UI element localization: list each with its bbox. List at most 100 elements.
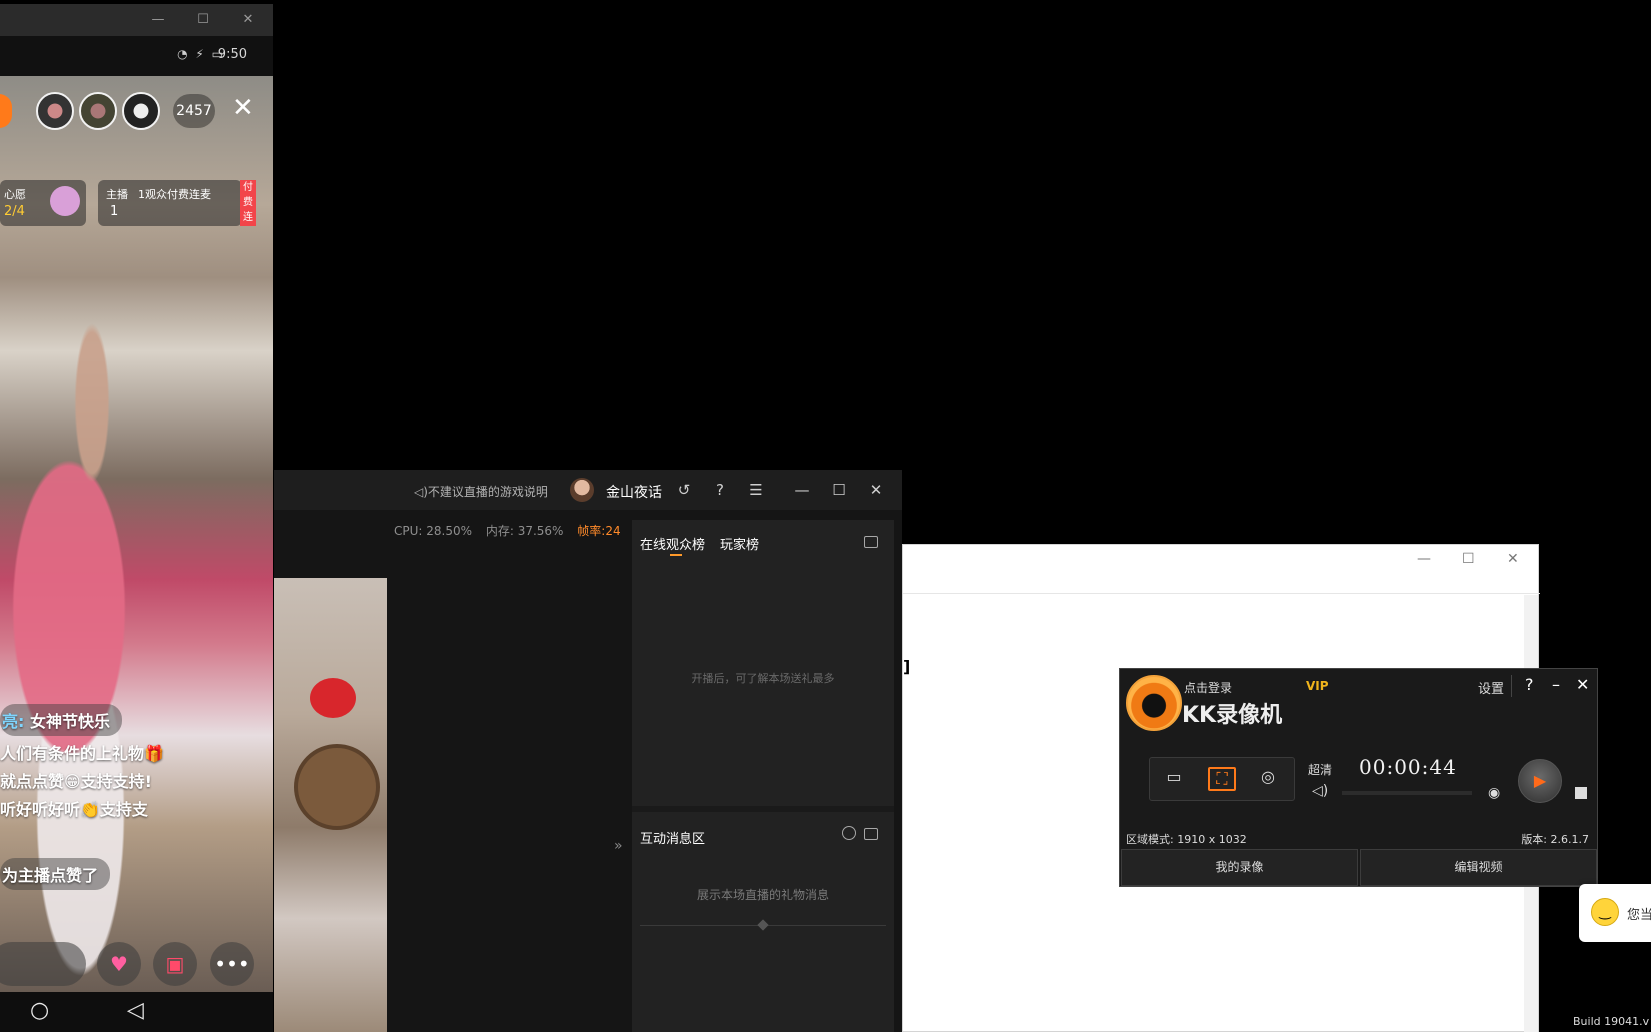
host-progress: 1 (110, 204, 119, 219)
back-icon[interactable]: ◁ (127, 998, 144, 1023)
fullscreen-mode-icon[interactable]: ▭ (1160, 767, 1188, 791)
gift-icon[interactable]: ▣ (153, 942, 197, 986)
settings-button[interactable]: 设置 (1478, 678, 1504, 697)
panel-collapse-handle[interactable]: » (614, 838, 623, 854)
fps-stat: 帧率:24 (577, 524, 621, 538)
headset-icon[interactable]: ↺ (674, 480, 694, 500)
close-icon[interactable]: ✕ (1576, 675, 1589, 694)
audience-empty-text: 开播后，可了解本场送礼最多 (691, 672, 835, 685)
preview-basket (294, 744, 380, 830)
phone-nav-bar: ○ ◁ (0, 992, 273, 1032)
phone-status-bar: ◔ ⚡ ▭ 9:50 (0, 36, 273, 76)
live-bottom-bar: ♥ ▣ ••• (0, 934, 273, 990)
performance-stats: CPU: 28.50% 内存: 37.56% 帧率:24 (394, 522, 631, 539)
region-info: 区域模式: 1910 x 1032 (1126, 833, 1247, 846)
region-mode-icon[interactable]: ⛶ (1208, 767, 1236, 791)
preview-lantern (310, 678, 356, 718)
wish-progress: 2/4 (4, 204, 25, 219)
minimize-icon[interactable]: – (1552, 675, 1560, 694)
kk-logo-icon (1126, 675, 1182, 731)
minimize-icon[interactable]: — (792, 480, 812, 500)
menu-icon[interactable]: ☰ (746, 480, 766, 500)
tab-players[interactable]: 玩家榜 (720, 534, 759, 553)
audience-panel: 在线观众榜 玩家榜 开播后，可了解本场送礼最多 (632, 520, 894, 806)
viewer-count[interactable]: 2457 (173, 94, 215, 128)
more-icon[interactable]: ••• (210, 942, 254, 986)
vip-badge[interactable]: VIP (1306, 679, 1329, 693)
cpu-stat: CPU: 28.50% (394, 524, 473, 538)
close-icon[interactable]: ✕ (238, 10, 258, 30)
stop-button[interactable] (1575, 787, 1587, 799)
viewer-avatar[interactable] (122, 92, 160, 130)
login-link[interactable]: 点击登录 (1184, 679, 1232, 696)
app-title: KK录像机 (1182, 703, 1283, 728)
streaming-tool-window: ◁)不建议直播的游戏说明 金山夜话 ↺ ? ☰ — ☐ ✕ CPU: 28.50… (274, 470, 902, 1032)
popout-icon[interactable] (864, 828, 878, 840)
interaction-empty-text: 展示本场直播的礼物消息 (696, 888, 829, 902)
divider (903, 593, 1540, 594)
my-recordings-button[interactable]: 我的录像 (1121, 849, 1358, 886)
volume-slider[interactable] (1342, 791, 1472, 795)
phone-mirror-window: — ☐ ✕ ◔ ⚡ ▭ 9:50 2457 ✕ 心愿 2/4 主播 1观众付费连… (0, 4, 273, 1032)
chat-message: 人们有条件的上礼物🎁 (0, 744, 164, 763)
maximize-icon[interactable]: ☐ (193, 10, 213, 30)
notification-toast[interactable]: ‿ 您当 (1579, 884, 1651, 942)
right-panel: 在线观众榜 玩家榜 开播后，可了解本场送礼最多 互动消息区 展示本场直播的礼物消… (632, 520, 894, 1032)
comment-input[interactable] (0, 942, 86, 986)
paid-link-tag[interactable]: 付费连 (240, 180, 256, 226)
popout-icon[interactable] (864, 536, 878, 548)
toast-text: 您当 (1627, 908, 1651, 923)
camera-icon[interactable]: ◉ (1488, 785, 1500, 801)
host-card[interactable]: 主播 1观众付费连麦 1 (98, 180, 242, 226)
wish-card[interactable]: 心愿 2/4 (0, 180, 86, 226)
resize-handle[interactable] (757, 919, 769, 931)
document-text: ] (903, 657, 911, 676)
host-label: 主播 (106, 188, 128, 201)
close-icon[interactable]: ✕ (1507, 551, 1519, 567)
host-desc: 1观众付费连麦 (138, 188, 211, 201)
divider (1511, 675, 1512, 697)
settings-icon[interactable] (842, 826, 856, 840)
help-icon[interactable]: ? (1525, 675, 1534, 694)
viewer-avatar[interactable] (36, 92, 74, 130)
chat-message: 亮: 女神节快乐 (0, 704, 122, 736)
record-timer: 00:00:44 (1359, 755, 1457, 779)
chat-text: 女神节快乐 (29, 712, 110, 731)
gift-avatar-icon (50, 186, 80, 216)
edit-video-button[interactable]: 编辑视频 (1360, 849, 1597, 886)
heart-icon[interactable]: ♥ (97, 942, 141, 986)
status-time: 9:50 (217, 47, 247, 62)
speaker-icon: ◁) (414, 485, 428, 499)
chat-message: 就点点赞😁支持支持! (0, 772, 152, 791)
user-name[interactable]: 金山夜话 (606, 482, 662, 502)
maximize-icon[interactable]: ☐ (829, 480, 849, 500)
version-info: 版本: 2.6.1.7 (1521, 833, 1589, 846)
tab-online-audience[interactable]: 在线观众榜 (640, 534, 705, 553)
kk-recorder-window: 点击登录 VIP KK录像机 设置 ? – ✕ ▭ ⛶ ◎ 超清 ◁) 00:0… (1119, 668, 1598, 887)
maximize-icon[interactable]: ☐ (1462, 551, 1475, 567)
home-icon[interactable]: ○ (30, 998, 49, 1023)
help-icon[interactable]: ? (710, 480, 730, 500)
user-avatar[interactable] (570, 478, 594, 502)
live-stream-view: 2457 ✕ 心愿 2/4 主播 1观众付费连麦 1 付费连 亮: 女神节快乐 … (0, 76, 273, 992)
chat-user: 亮: (2, 712, 25, 731)
chat-message: 听好听好听👏支持支 (0, 800, 148, 819)
close-icon[interactable]: ✕ (866, 480, 886, 500)
game-notice-link[interactable]: ◁)不建议直播的游戏说明 (414, 483, 548, 500)
interaction-panel: 互动消息区 展示本场直播的礼物消息 (632, 812, 894, 1032)
stream-preview[interactable] (274, 578, 387, 1032)
record-play-button[interactable]: ▶ (1518, 759, 1562, 803)
quality-label[interactable]: 超清 (1308, 761, 1332, 778)
os-build-watermark: Build 19041.v (1573, 1015, 1650, 1028)
live-close-icon[interactable]: ✕ (232, 92, 254, 124)
game-notice-text: 不建议直播的游戏说明 (427, 485, 548, 499)
speaker-icon[interactable]: ◁) (1312, 783, 1328, 799)
minimize-icon[interactable]: — (148, 10, 168, 30)
game-mode-icon[interactable]: ◎ (1254, 767, 1282, 791)
follow-badge[interactable] (0, 94, 12, 128)
minimize-icon[interactable]: — (1417, 551, 1431, 567)
viewer-avatar[interactable] (79, 92, 117, 130)
memory-stat: 内存: 37.56% (485, 524, 564, 538)
like-notice: 为主播点赞了 (0, 858, 111, 890)
streaming-titlebar: ◁)不建议直播的游戏说明 金山夜话 ↺ ? ☰ — ☐ ✕ (274, 470, 902, 510)
